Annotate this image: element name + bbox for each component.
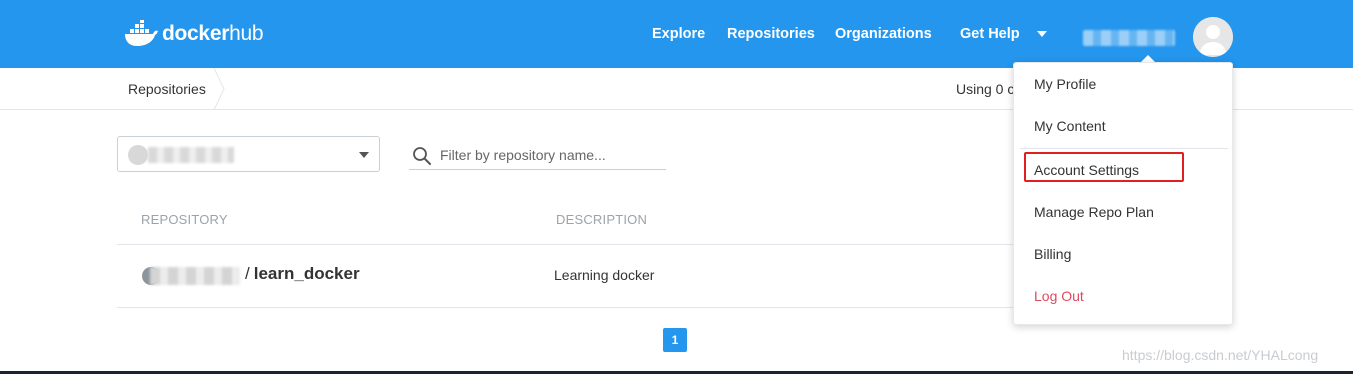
- chevron-down-icon: [359, 152, 369, 158]
- menu-item-manage-repo-plan[interactable]: Manage Repo Plan: [1014, 191, 1232, 233]
- avatar[interactable]: [1193, 17, 1233, 57]
- namespace-separator: /: [245, 264, 250, 283]
- column-header-description: DESCRIPTION: [556, 212, 648, 227]
- namespace-avatar: [128, 145, 148, 165]
- docker-whale-icon: [125, 20, 158, 46]
- namespace-redacted: [148, 147, 234, 163]
- repo-name[interactable]: / learn_docker: [245, 264, 360, 284]
- username-redacted[interactable]: [1083, 30, 1175, 46]
- highlight-annotation: [1024, 152, 1184, 182]
- chevron-down-icon[interactable]: [1037, 31, 1047, 37]
- usage-text: Using 0 c: [956, 81, 1015, 97]
- menu-item-my-content[interactable]: My Content: [1014, 105, 1232, 147]
- menu-item-my-profile[interactable]: My Profile: [1014, 63, 1232, 105]
- menu-item-log-out[interactable]: Log Out: [1014, 275, 1232, 317]
- breadcrumb-separator-icon: [213, 68, 225, 110]
- menu-item-billing[interactable]: Billing: [1014, 233, 1232, 275]
- nav-explore[interactable]: Explore: [652, 0, 705, 68]
- user-menu-dropdown: My Profile My Content Account Settings M…: [1013, 62, 1233, 325]
- nav-organizations[interactable]: Organizations: [835, 0, 932, 68]
- column-header-repository: REPOSITORY: [141, 212, 228, 227]
- user-avatar-icon: [1193, 17, 1233, 57]
- logo-text: dockerhub: [162, 22, 264, 45]
- breadcrumb-repositories[interactable]: Repositories: [128, 68, 206, 110]
- docker-hub-logo[interactable]: dockerhub: [124, 18, 264, 50]
- search-field: [409, 140, 666, 170]
- search-icon: [413, 147, 431, 165]
- nav-get-help[interactable]: Get Help: [960, 0, 1020, 68]
- nav-repositories[interactable]: Repositories: [727, 0, 815, 68]
- divider: [117, 307, 1017, 308]
- table-row[interactable]: / learn_docker Learning docker: [117, 245, 1017, 307]
- namespace-select[interactable]: [117, 136, 380, 172]
- repo-description: Learning docker: [554, 267, 655, 283]
- search-input[interactable]: [440, 142, 664, 168]
- watermark: https://blog.csdn.net/YHALcong: [1122, 347, 1319, 363]
- owner-redacted: [150, 267, 240, 285]
- pagination-page-1[interactable]: 1: [663, 328, 687, 352]
